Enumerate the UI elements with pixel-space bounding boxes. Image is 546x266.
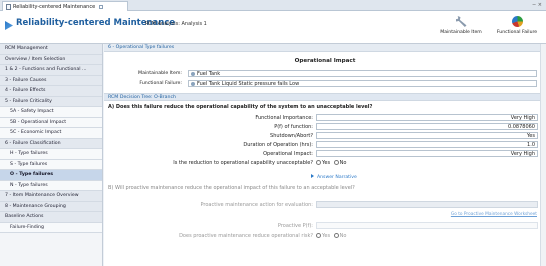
proactive-pf-input[interactable] <box>316 222 538 229</box>
decision-tree-title: RCM Decision Tree: O-Branch <box>104 93 546 101</box>
reduce-question-row: Does proactive maintenance reduce operat… <box>104 232 546 240</box>
section-title: 6 - Operational Type failures <box>104 44 546 52</box>
window-controls[interactable]: − × <box>532 2 542 8</box>
shutdown-abort-value: Yes <box>316 132 538 139</box>
wrench-icon <box>455 16 467 27</box>
reduce-no-label: No <box>339 233 347 239</box>
pf-function-label: P(f) of function: <box>274 124 313 130</box>
proactive-action-dropdown[interactable] <box>316 201 538 208</box>
main-content: 6 - Operational Type failures Operationa… <box>104 44 546 266</box>
expand-arrow-icon <box>311 174 314 178</box>
functional-failure-value: Fuel Tank Liquid Static pressure fails L… <box>197 80 300 87</box>
functional-importance-label: Functional Importance: <box>255 115 313 121</box>
functional-importance-value: Very High <box>316 114 538 121</box>
question-b: B) Will proactive maintenance reduce the… <box>108 185 355 191</box>
panel-title: Operational Impact <box>294 58 356 64</box>
proactive-action-row: Proactive maintenance action for evaluat… <box>104 201 546 209</box>
duration-label: Duration of Operation (hrs): <box>243 142 313 148</box>
vertical-scrollbar[interactable] <box>540 44 546 266</box>
sidebar-item[interactable]: 1 & 2 - Functions and Functional ... <box>0 65 102 76</box>
document-tab-bar: Reliability-centered Maintenance − × <box>0 0 546 11</box>
pie-chart-icon <box>511 16 523 27</box>
sidebar-item[interactable]: H - Type failures <box>0 149 102 160</box>
answer-narrative-label: Answer Narrative <box>317 175 357 180</box>
go-to-worksheet-link[interactable]: Go to Proactive Maintenance Worksheet <box>451 212 537 217</box>
sidebar-item[interactable]: 5 - Failure Criticality <box>0 96 102 107</box>
operational-impact-label: Operational Impact: <box>263 151 313 157</box>
app-logo-icon <box>5 21 13 30</box>
proactive-action-label: Proactive maintenance action for evaluat… <box>200 202 314 208</box>
question-a: A) Does this failure reduce the operatio… <box>108 104 373 110</box>
document-icon <box>6 3 11 10</box>
field-row: Duration of Operation (hrs): 1.0 <box>104 141 546 149</box>
field-row: Operational Impact: Very High <box>104 150 546 158</box>
answer-narrative-toggle[interactable]: Answer Narrative <box>311 174 357 180</box>
proactive-pf-label: Proactive P(f): <box>277 223 313 229</box>
failure-icon <box>191 81 195 86</box>
sidebar-item[interactable]: S - Type failures <box>0 159 102 170</box>
yes-label: Yes <box>322 160 331 166</box>
analysis-name: RCM Analysis: Analysis 1 <box>145 21 207 27</box>
functional-failure-label: Functional Failure: <box>139 81 182 86</box>
reduce-yes-label: Yes <box>322 233 331 239</box>
duration-value: 1.0 <box>316 141 538 148</box>
maintainable-item-button-label: Maintainable Item <box>440 30 482 35</box>
sidebar-item[interactable]: Failure-Finding <box>0 222 102 233</box>
sidebar-item[interactable]: 5B - Operational Impact <box>0 117 102 128</box>
sidebar-item[interactable]: 8 - Maintenance Grouping <box>0 201 102 212</box>
sidebar-item[interactable]: 7 - Item Maintenance Overview <box>0 191 102 202</box>
app-header: Reliability-centered Maintenance RCM Ana… <box>0 11 546 44</box>
maintainable-item-button[interactable]: Maintainable Item <box>434 14 488 41</box>
sidebar-item[interactable]: Overview / Item Selection <box>0 54 102 65</box>
pf-function-value: 0.0878060 <box>316 123 538 130</box>
item-icon <box>191 71 195 76</box>
functional-failure-button-label: Functional Failure <box>496 30 538 35</box>
sidebar-item[interactable]: 5A - Safety Impact <box>0 107 102 118</box>
functional-failure-button[interactable]: Functional Failure <box>490 14 544 41</box>
document-tab-title: Reliability-centered Maintenance <box>13 3 96 10</box>
unacceptable-question-row: Is the reduction to operational capabili… <box>104 159 546 167</box>
unacceptable-question: Is the reduction to operational capabili… <box>173 160 313 166</box>
operational-impact-value: Very High <box>316 150 538 157</box>
no-radio[interactable] <box>333 160 339 165</box>
sidebar-item[interactable]: N - Type failures <box>0 180 102 191</box>
sidebar-item[interactable]: RCM Management <box>0 44 102 55</box>
no-label: No <box>339 160 347 166</box>
field-row: Shutdown/Abort? Yes <box>104 132 546 140</box>
sidebar-item[interactable]: 4 - Failure Effects <box>0 86 102 97</box>
field-row: P(f) of function: 0.0878060 <box>104 123 546 131</box>
sidebar-item[interactable]: 5C - Economic Impact <box>0 128 102 139</box>
sidebar-item[interactable]: O - Type failures <box>0 170 102 181</box>
reduce-yes-radio[interactable] <box>316 233 321 238</box>
maintainable-item-field: Fuel Tank <box>188 70 537 77</box>
shutdown-abort-label: Shutdown/Abort? <box>270 133 313 139</box>
functional-failure-field: Fuel Tank Liquid Static pressure fails L… <box>188 80 537 87</box>
maintainable-item-value: Fuel Tank <box>197 70 221 77</box>
close-tab-icon[interactable] <box>99 4 104 9</box>
sidebar-item[interactable]: Baseline Actions <box>0 212 102 223</box>
field-row: Functional Importance: Very High <box>104 114 546 122</box>
sidebar-item[interactable]: 6 - Failure Classification <box>0 138 102 149</box>
yes-radio[interactable] <box>316 160 321 165</box>
maintainable-item-label: Maintainable Item: <box>138 71 182 76</box>
proactive-pf-row: Proactive P(f): <box>104 222 546 230</box>
reduce-no-radio[interactable] <box>333 233 339 238</box>
rcm-navigation-sidebar: RCM Management Overview / Item Selection 1… <box>0 44 103 266</box>
reduce-question: Does proactive maintenance reduce operat… <box>179 233 313 239</box>
document-tab[interactable]: Reliability-centered Maintenance <box>2 1 128 11</box>
sidebar-item[interactable]: 3 - Failure Causes <box>0 75 102 86</box>
